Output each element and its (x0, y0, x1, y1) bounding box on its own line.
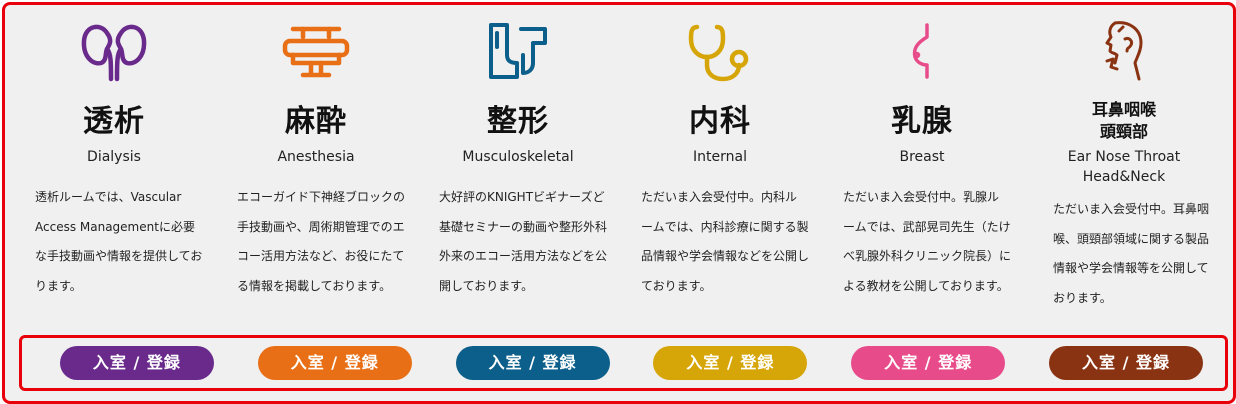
department-description: ただいま入会受付中。乳腺ルームでは、武部晃司先生（たけべ乳腺外科クリニック院長）… (843, 190, 1012, 293)
internal-enter-register-button[interactable]: 入室 / 登録 (653, 346, 808, 380)
department-subtitle: Anesthesia (277, 149, 355, 165)
department-ent: 耳鼻咽喉 頭頸部 Ear Nose Throat Head&Neck ただいま入… (1023, 5, 1225, 330)
ent-enter-register-button[interactable]: 入室 / 登録 (1049, 346, 1204, 380)
department-description: ただいま入会受付中。耳鼻咽喉、頭頸部領域に関する製品情報や学会情報等を公開してお… (1053, 202, 1210, 305)
breast-enter-register-button[interactable]: 入室 / 登録 (851, 346, 1006, 380)
department-subtitle: Dialysis (87, 149, 141, 165)
department-title-line2: 頭頸部 (1099, 122, 1148, 141)
department-description: ただいま入会受付中。内科ルームでは、内科診療に関する製品情報や学会情報などを公開… (641, 190, 810, 293)
breast-icon (887, 19, 957, 83)
department-title: 乳腺 (891, 104, 953, 139)
department-subtitle: Musculoskeletal (462, 149, 574, 165)
department-title: 麻酔 (285, 104, 347, 139)
department-description: 透析ルームでは、Vascular Access Managementに必要な手技… (35, 190, 203, 293)
knee-joint-icon (483, 19, 553, 83)
department-title: 内科 (689, 104, 751, 139)
department-subtitle-line2: Head&Neck (1082, 169, 1166, 185)
department-columns: 透析 Dialysis 透析ルームでは、Vascular Access Mana… (13, 5, 1225, 330)
dialysis-enter-register-button[interactable]: 入室 / 登録 (59, 346, 214, 380)
anesthesia-enter-register-button[interactable]: 入室 / 登録 (257, 346, 412, 380)
department-subtitle: Internal (693, 149, 747, 165)
department-title: 整形 (487, 104, 549, 139)
department-subtitle: Ear Nose Throat Head&Neck (1023, 147, 1225, 187)
department-description: エコーガイド下神経ブロックの手技動画や、周術期管理でのエコー活用方法など、お役に… (237, 190, 406, 293)
musculoskeletal-enter-register-button[interactable]: 入室 / 登録 (455, 346, 610, 380)
enter-register-buttons-bar: 入室 / 登録 入室 / 登録 入室 / 登録 入室 / 登録 入室 / 登録 … (19, 335, 1228, 391)
department-anesthesia: 麻酔 Anesthesia エコーガイド下神経ブロックの手技動画や、周術期管理で… (215, 5, 417, 330)
department-title-line1: 耳鼻咽喉 (1091, 100, 1156, 119)
departments-panel: 透析 Dialysis 透析ルームでは、Vascular Access Mana… (2, 2, 1236, 404)
department-musculoskeletal: 整形 Musculoskeletal 大好評のKNIGHTビギナーズど基礎セミナ… (417, 5, 619, 330)
department-breast: 乳腺 Breast ただいま入会受付中。乳腺ルームでは、武部晃司先生（たけべ乳腺… (821, 5, 1023, 330)
department-title: 透析 (83, 104, 145, 139)
department-internal: 内科 Internal ただいま入会受付中。内科ルームでは、内科診療に関する製品… (619, 5, 821, 330)
department-title: 耳鼻咽喉 頭頸部 (1023, 99, 1225, 143)
kidneys-icon (79, 19, 149, 83)
stethoscope-icon (685, 19, 755, 83)
surgery-table-icon (281, 19, 351, 83)
department-dialysis: 透析 Dialysis 透析ルームでは、Vascular Access Mana… (13, 5, 215, 330)
department-subtitle: Breast (899, 149, 945, 165)
department-description: 大好評のKNIGHTビギナーズど基礎セミナーの動画や整形外科外来のエコー活用方法… (439, 190, 608, 293)
department-subtitle-line1: Ear Nose Throat (1067, 149, 1181, 165)
head-neck-icon (1089, 19, 1159, 83)
